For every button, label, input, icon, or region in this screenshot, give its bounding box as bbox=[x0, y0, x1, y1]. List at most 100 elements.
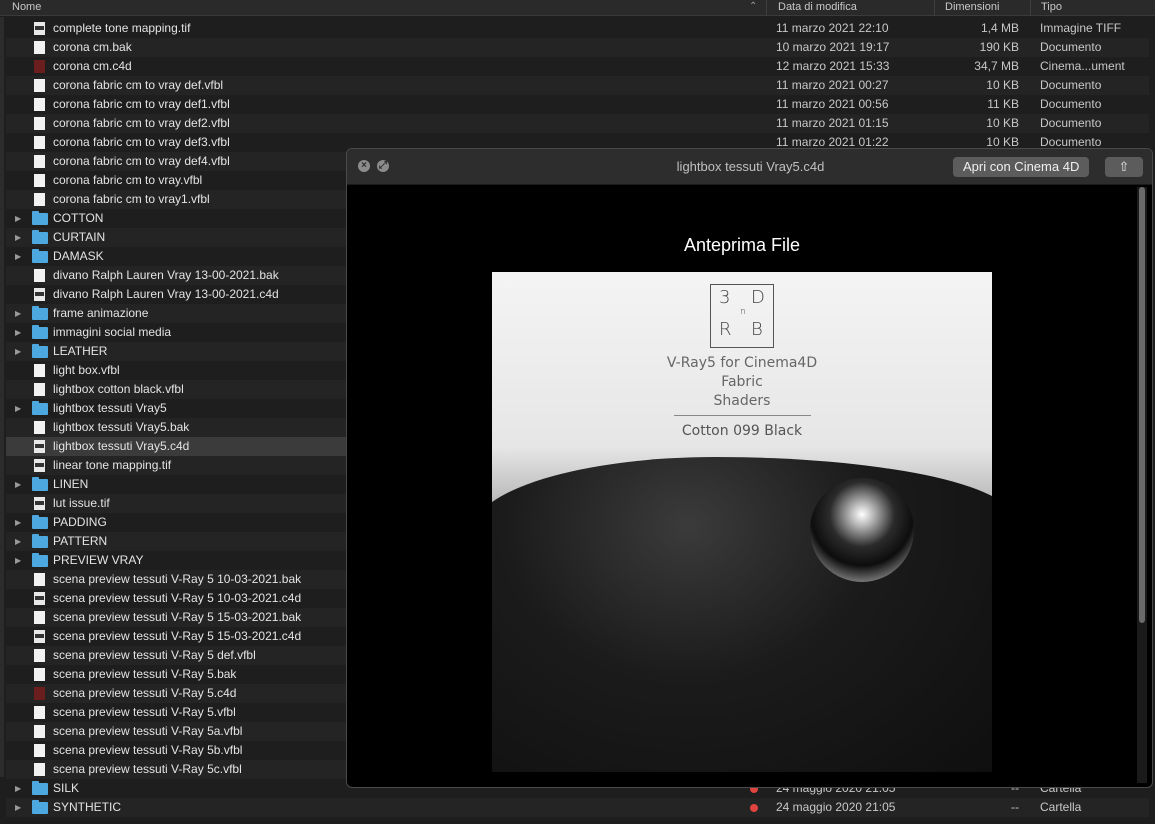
column-date[interactable]: Data di modifica bbox=[778, 1, 857, 13]
row-kind: Documento bbox=[1040, 40, 1102, 54]
row-name: immagini social media bbox=[53, 325, 172, 339]
image-file-icon bbox=[34, 630, 45, 643]
document-icon bbox=[34, 421, 45, 434]
row-kind: Cartella bbox=[1040, 800, 1082, 814]
disclosure-triangle-icon[interactable]: ▶ bbox=[15, 304, 21, 323]
folder-icon bbox=[32, 534, 48, 548]
document-icon bbox=[34, 744, 45, 757]
document-icon bbox=[34, 193, 45, 206]
row-name: LINEN bbox=[53, 477, 89, 491]
row-kind: Documento bbox=[1040, 97, 1102, 111]
row-kind: Documento bbox=[1040, 78, 1102, 92]
file-row[interactable]: corona cm.bak 10 marzo 2021 19:17 190 KB Do… bbox=[6, 38, 1149, 57]
row-name: corona fabric cm to vray def.vfbl bbox=[53, 78, 224, 92]
image-file-icon bbox=[34, 22, 45, 35]
column-name[interactable]: Nome bbox=[12, 1, 41, 13]
row-name: lut issue.tif bbox=[53, 496, 110, 510]
disclosure-triangle-icon[interactable]: ▶ bbox=[15, 228, 21, 247]
row-size: -- bbox=[1011, 800, 1019, 814]
document-icon bbox=[34, 41, 45, 54]
document-icon bbox=[34, 668, 45, 681]
row-kind: Documento bbox=[1040, 116, 1102, 130]
row-name: scena preview tessuti V-Ray 5 10-03-2021… bbox=[53, 572, 302, 586]
folder-icon bbox=[32, 230, 48, 244]
preview-image: 3 D R B n V-Ray5 for Cinema4D Fabric Sha… bbox=[492, 272, 992, 772]
disclosure-triangle-icon[interactable]: ▶ bbox=[15, 779, 21, 798]
row-name: corona cm.c4d bbox=[53, 59, 132, 73]
folder-icon bbox=[32, 477, 48, 491]
folder-icon bbox=[32, 401, 48, 415]
disclosure-triangle-icon[interactable]: ▶ bbox=[15, 513, 21, 532]
row-name: scena preview tessuti V-Ray 5 def.vfbl bbox=[53, 648, 256, 662]
image-file-icon bbox=[34, 592, 45, 605]
open-with-cinema4d-button[interactable]: Apri con Cinema 4D bbox=[953, 157, 1090, 177]
row-size: 10 KB bbox=[986, 78, 1019, 92]
file-row[interactable]: complete tone mapping.tif 11 marzo 2021 2… bbox=[6, 19, 1149, 38]
row-name: lightbox tessuti Vray5.c4d bbox=[53, 439, 190, 453]
row-name: scena preview tessuti V-Ray 5c.vfbl bbox=[53, 762, 242, 776]
file-row[interactable]: corona fabric cm to vray def.vfbl 11 marz… bbox=[6, 76, 1149, 95]
row-kind: Cinema...ument bbox=[1040, 59, 1125, 73]
row-name: corona fabric cm to vray def1.vfbl bbox=[53, 97, 230, 111]
row-date: 24 maggio 2020 21:05 bbox=[776, 800, 896, 814]
row-name: DAMASK bbox=[53, 249, 104, 263]
artwork-logo: 3 D R B n bbox=[710, 284, 774, 348]
row-size: 10 KB bbox=[986, 116, 1019, 130]
row-date: 11 marzo 2021 00:27 bbox=[776, 78, 889, 92]
row-kind: Immagine TIFF bbox=[1040, 21, 1122, 35]
row-date: 10 marzo 2021 19:17 bbox=[776, 40, 890, 54]
document-icon bbox=[34, 79, 45, 92]
row-name: linear tone mapping.tif bbox=[53, 458, 172, 472]
row-name: divano Ralph Lauren Vray 13-00-2021.bak bbox=[53, 268, 279, 282]
disclosure-triangle-icon[interactable]: ▶ bbox=[15, 532, 21, 551]
image-file-icon bbox=[34, 288, 45, 301]
row-name: scena preview tessuti V-Ray 5b.vfbl bbox=[53, 743, 243, 757]
cinema4d-file-icon bbox=[34, 60, 45, 73]
artwork-divider bbox=[674, 415, 811, 416]
column-kind[interactable]: Tipo bbox=[1041, 1, 1062, 13]
row-name: corona fabric cm to vray def3.vfbl bbox=[53, 135, 230, 149]
image-file-icon bbox=[34, 459, 45, 472]
file-row[interactable]: corona fabric cm to vray def2.vfbl 11 mar… bbox=[6, 114, 1149, 133]
document-icon bbox=[34, 383, 45, 396]
disclosure-triangle-icon[interactable]: ▶ bbox=[15, 342, 21, 361]
row-name: scena preview tessuti V-Ray 5 15-03-2021… bbox=[53, 629, 302, 643]
row-name: corona fabric cm to vray1.vfbl bbox=[53, 192, 210, 206]
row-name: scena preview tessuti V-Ray 5 10-03-2021… bbox=[53, 591, 302, 605]
quicklook-scrollbar[interactable] bbox=[1137, 187, 1147, 783]
artwork-caption: Cotton 099 Black bbox=[681, 423, 803, 439]
folder-icon bbox=[32, 306, 48, 320]
preview-label: Anteprima File bbox=[683, 235, 801, 255]
folder-icon bbox=[32, 344, 48, 358]
left-edge-scrollbar[interactable] bbox=[0, 17, 4, 777]
disclosure-triangle-icon[interactable]: ▶ bbox=[15, 798, 21, 817]
scrollbar-thumb[interactable] bbox=[1139, 187, 1145, 623]
file-row[interactable]: corona fabric cm to vray def1.vfbl 11 mar… bbox=[6, 95, 1149, 114]
row-name: PREVIEW VRAY bbox=[53, 553, 144, 567]
disclosure-triangle-icon[interactable]: ▶ bbox=[15, 247, 21, 266]
share-icon[interactable]: ⇧ bbox=[1105, 157, 1143, 177]
row-name: corona fabric cm to vray def4.vfbl bbox=[53, 154, 230, 168]
document-icon bbox=[34, 136, 45, 149]
folder-row[interactable]: ▶ SYNTHETIC 24 maggio 2020 21:05 -- Cartella bbox=[6, 798, 1149, 817]
disclosure-triangle-icon[interactable]: ▶ bbox=[15, 475, 21, 494]
row-name: corona cm.bak bbox=[53, 40, 132, 54]
artwork-line2: Fabric bbox=[721, 374, 763, 390]
row-size: 11 KB bbox=[987, 97, 1019, 111]
row-name: CURTAIN bbox=[53, 230, 106, 244]
row-name: PATTERN bbox=[53, 534, 108, 548]
file-row[interactable]: corona cm.c4d 12 marzo 2021 15:33 34,7 MB C… bbox=[6, 57, 1149, 76]
column-size[interactable]: Dimensioni bbox=[945, 1, 999, 13]
logo-char: n bbox=[740, 307, 746, 317]
folder-icon bbox=[32, 781, 48, 795]
disclosure-triangle-icon[interactable]: ▶ bbox=[15, 209, 21, 228]
row-name: scena preview tessuti V-Ray 5a.vfbl bbox=[53, 724, 243, 738]
folder-icon bbox=[32, 325, 48, 339]
document-icon bbox=[34, 611, 45, 624]
disclosure-triangle-icon[interactable]: ▶ bbox=[15, 399, 21, 418]
row-name: scena preview tessuti V-Ray 5.c4d bbox=[53, 686, 237, 700]
row-date: 11 marzo 2021 22:10 bbox=[776, 21, 889, 35]
row-name: lightbox tessuti Vray5 bbox=[53, 401, 167, 415]
disclosure-triangle-icon[interactable]: ▶ bbox=[15, 551, 21, 570]
disclosure-triangle-icon[interactable]: ▶ bbox=[15, 323, 21, 342]
